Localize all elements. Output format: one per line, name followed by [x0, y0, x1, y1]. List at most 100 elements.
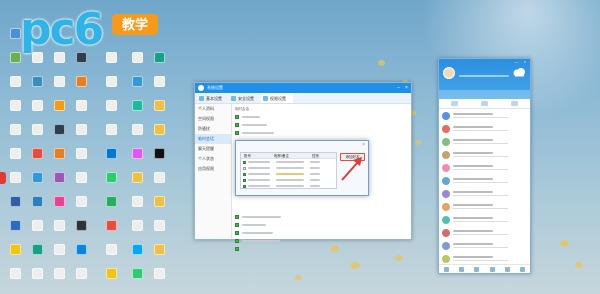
desktop-icon[interactable]	[4, 196, 26, 219]
desktop-icon[interactable]	[100, 124, 122, 147]
desktop-icon[interactable]	[148, 196, 170, 219]
row-checkbox[interactable]	[243, 172, 246, 176]
desktop-icon[interactable]	[70, 244, 92, 267]
list-item[interactable]	[439, 122, 530, 135]
desktop-icon[interactable]	[126, 196, 148, 219]
desktop-icon[interactable]	[126, 124, 148, 147]
sidebar-item[interactable]: 临时会话	[195, 134, 231, 144]
list-item[interactable]	[439, 239, 530, 252]
desktop-icon[interactable]	[4, 220, 26, 243]
desktop-icon[interactable]	[26, 148, 48, 171]
desktop-icon[interactable]	[148, 124, 170, 147]
star-icon[interactable]	[504, 266, 510, 272]
desktop-icon[interactable]	[100, 244, 122, 267]
desktop-icon[interactable]	[4, 172, 26, 195]
option-checkbox[interactable]	[235, 223, 239, 227]
option-row[interactable]	[235, 213, 407, 221]
desktop-icon[interactable]	[148, 148, 170, 171]
desktop-icon[interactable]	[126, 100, 148, 123]
option-row[interactable]	[235, 129, 407, 137]
desktop-icon[interactable]	[100, 268, 122, 291]
tab-settings[interactable]: 权限设置	[261, 93, 293, 103]
space-tab-icon[interactable]	[511, 101, 519, 106]
table-row[interactable]	[241, 183, 336, 189]
desktop-icon[interactable]	[70, 148, 92, 171]
sidebar-item[interactable]: 个人状态	[195, 154, 231, 164]
desktop-icon[interactable]	[4, 148, 26, 171]
desktop-icon[interactable]	[148, 244, 170, 267]
sidebar-item[interactable]: 空间权限	[195, 114, 231, 124]
desktop-icon[interactable]	[70, 196, 92, 219]
desktop-icon[interactable]	[26, 76, 48, 99]
desktop-icon[interactable]	[100, 100, 122, 123]
option-checkbox[interactable]	[235, 231, 239, 235]
desktop-icon[interactable]	[148, 220, 170, 243]
close-icon[interactable]: ×	[362, 142, 365, 148]
desktop-icon[interactable]	[4, 244, 26, 267]
desktop-icon[interactable]	[48, 76, 70, 99]
desktop-icon[interactable]	[48, 220, 70, 243]
app-manager-icon[interactable]	[519, 266, 525, 272]
desktop-icon[interactable]	[70, 100, 92, 123]
settings-title-bar[interactable]: 系统设置 – ×	[195, 83, 411, 93]
desktop-icon[interactable]	[126, 220, 148, 243]
desktop-icon[interactable]	[48, 244, 70, 267]
desktop-icon[interactable]	[100, 220, 122, 243]
sidebar-item[interactable]: 聊天提醒	[195, 144, 231, 154]
weather-icon[interactable]	[512, 67, 526, 77]
desktop-icon[interactable]	[100, 148, 122, 171]
qq-window-controls[interactable]: — ×	[515, 59, 528, 64]
desktop-icon[interactable]	[48, 124, 70, 147]
list-item[interactable]	[439, 226, 530, 239]
desktop-icon[interactable]	[126, 76, 148, 99]
desktop-icon[interactable]	[48, 148, 70, 171]
sidebar-item[interactable]: 防骚扰	[195, 124, 231, 134]
desktop-icon[interactable]	[26, 100, 48, 123]
option-row[interactable]	[235, 229, 407, 237]
close-icon[interactable]: ×	[404, 83, 409, 93]
desktop-icon[interactable]	[4, 124, 26, 147]
option-row[interactable]	[235, 221, 407, 229]
sidebar-item[interactable]: 应用权限	[195, 164, 231, 174]
desktop-icon[interactable]	[126, 172, 148, 195]
desktop-icon[interactable]	[26, 220, 48, 243]
option-row[interactable]	[235, 113, 407, 121]
desktop-icon[interactable]	[126, 268, 148, 291]
row-checkbox[interactable]	[243, 160, 246, 164]
desktop-icon[interactable]	[4, 76, 26, 99]
list-item[interactable]	[439, 109, 530, 122]
minimize-icon[interactable]: –	[396, 83, 401, 93]
desktop-icon[interactable]	[148, 100, 170, 123]
message-tab-icon[interactable]	[450, 101, 458, 106]
desktop-icon[interactable]	[126, 148, 148, 171]
desktop-icon[interactable]	[148, 268, 170, 291]
desktop-icon[interactable]	[26, 196, 48, 219]
desktop-icon[interactable]	[70, 172, 92, 195]
desktop-icon[interactable]	[100, 172, 122, 195]
tab-settings[interactable]: 安全设置	[229, 93, 261, 103]
desktop-icon[interactable]	[48, 100, 70, 123]
desktop-icon[interactable]	[70, 76, 92, 99]
desktop-icon[interactable]	[70, 124, 92, 147]
avatar[interactable]	[443, 67, 455, 79]
search-input[interactable]	[439, 90, 530, 99]
desktop-icon[interactable]	[148, 76, 170, 99]
mail-icon[interactable]	[474, 266, 480, 272]
list-item[interactable]	[439, 174, 530, 187]
row-checkbox[interactable]	[243, 184, 246, 188]
option-checkbox[interactable]	[235, 215, 239, 219]
desktop-icon[interactable]	[100, 76, 122, 99]
desktop-icon[interactable]	[100, 196, 122, 219]
list-item[interactable]	[439, 200, 530, 213]
option-row[interactable]	[235, 237, 407, 245]
desktop-icon[interactable]	[26, 172, 48, 195]
list-item[interactable]	[439, 187, 530, 200]
row-checkbox[interactable]	[243, 166, 246, 170]
game-icon[interactable]	[459, 266, 465, 272]
desktop-icon[interactable]	[4, 100, 26, 123]
desktop-icon[interactable]	[148, 172, 170, 195]
desktop-icon[interactable]	[26, 268, 48, 291]
list-item[interactable]	[439, 148, 530, 161]
list-item[interactable]	[439, 161, 530, 174]
desktop-icon[interactable]	[48, 196, 70, 219]
